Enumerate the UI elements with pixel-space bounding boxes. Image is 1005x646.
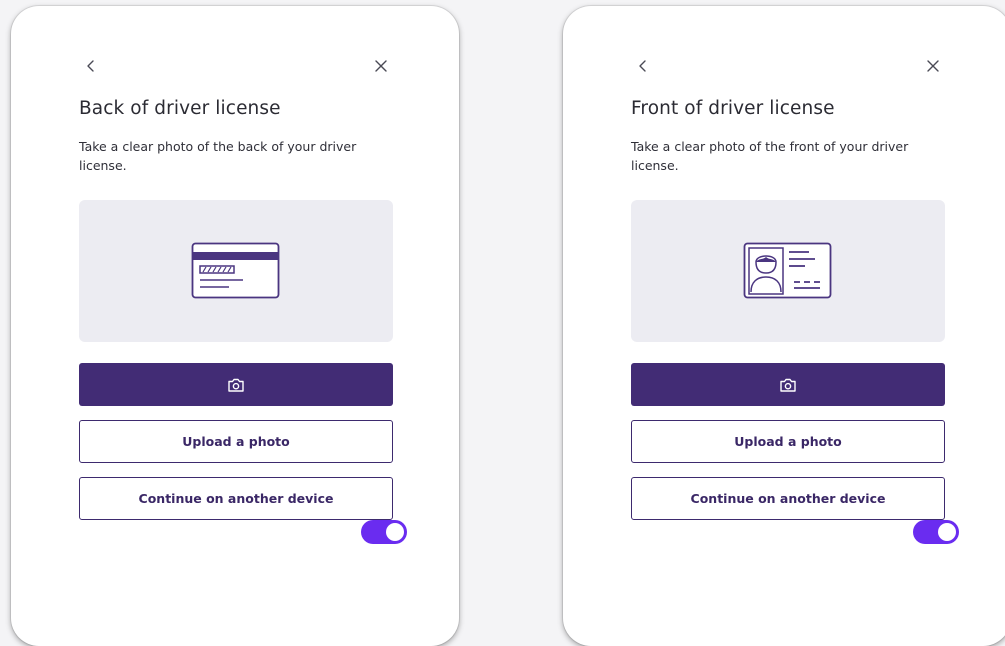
close-icon xyxy=(927,60,939,72)
camera-icon xyxy=(228,378,244,392)
chevron-left-icon xyxy=(87,60,94,72)
upload-photo-button[interactable]: Upload a photo xyxy=(631,420,945,463)
close-button[interactable] xyxy=(367,52,395,80)
back-button[interactable] xyxy=(77,52,105,80)
upload-photo-button[interactable]: Upload a photo xyxy=(79,420,393,463)
instruction-text: Take a clear photo of the back of your d… xyxy=(79,139,357,173)
id-capture-card-front: Front of driver license Take a clear pho… xyxy=(563,6,1005,646)
close-button[interactable] xyxy=(919,52,947,80)
continue-another-device-button[interactable]: Continue on another device xyxy=(631,477,945,520)
id-card-front-icon xyxy=(743,242,832,299)
license-illustration xyxy=(79,200,393,342)
id-capture-card-back: Back of driver license Take a clear phot… xyxy=(11,6,459,646)
page-title: Back of driver license xyxy=(79,98,281,119)
take-photo-button[interactable] xyxy=(631,363,945,406)
license-illustration xyxy=(631,200,945,342)
chevron-left-icon xyxy=(639,60,646,72)
toggle-switch[interactable] xyxy=(913,520,959,544)
id-card-back-icon xyxy=(191,242,280,299)
page-title: Front of driver license xyxy=(631,98,835,119)
toggle-knob xyxy=(386,523,404,541)
instruction-text: Take a clear photo of the front of your … xyxy=(631,139,909,173)
close-icon xyxy=(375,60,387,72)
camera-icon xyxy=(780,378,796,392)
take-photo-button[interactable] xyxy=(79,363,393,406)
back-button[interactable] xyxy=(629,52,657,80)
toggle-knob xyxy=(938,523,956,541)
toggle-switch[interactable] xyxy=(361,520,407,544)
continue-another-device-button[interactable]: Continue on another device xyxy=(79,477,393,520)
